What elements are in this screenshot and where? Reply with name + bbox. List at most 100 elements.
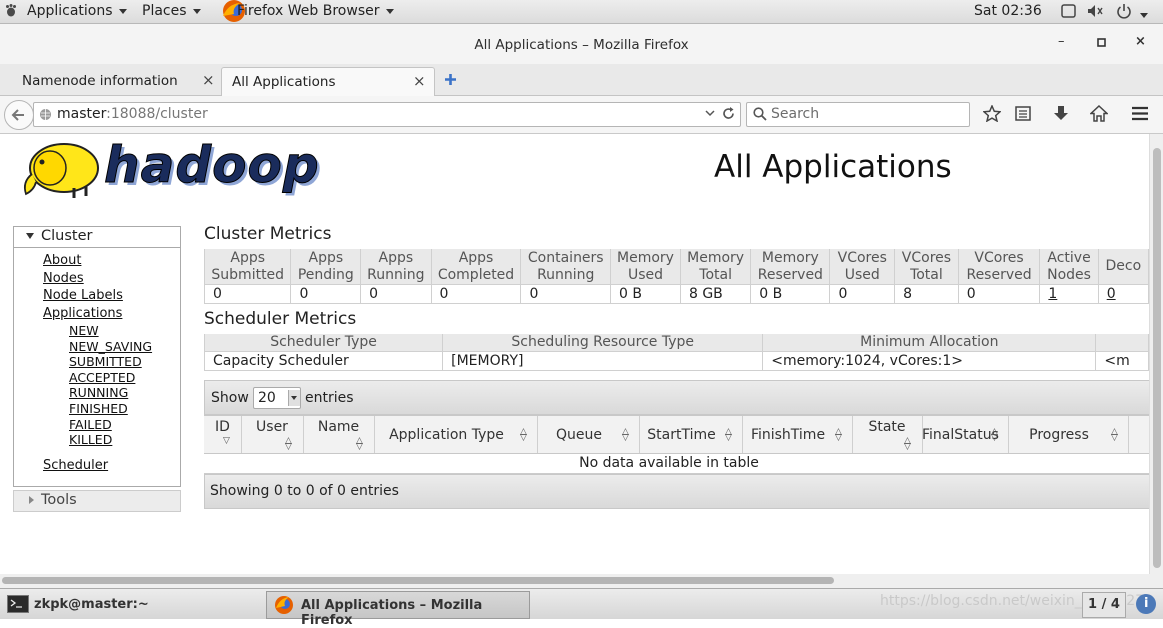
new-tab-icon[interactable] [444, 73, 457, 90]
window-switch-icon[interactable] [1061, 4, 1076, 22]
sort-icon[interactable]: △ ▽ [622, 428, 629, 443]
column-header-name[interactable]: Name △ ▽ [303, 416, 375, 453]
close-tab-icon[interactable]: × [202, 71, 215, 89]
clock[interactable]: Sat 02:36 [974, 3, 1042, 19]
search-placeholder: Search [771, 106, 820, 122]
sort-icon[interactable]: △ ▽ [904, 437, 911, 452]
sort-icon[interactable]: △ ▽ [520, 428, 527, 443]
sidebar-item-scheduler[interactable]: Scheduler [43, 458, 108, 473]
tools-panel-header[interactable]: Tools [13, 490, 181, 512]
column-header-progress[interactable]: Progress △ ▽ [1008, 416, 1129, 453]
url-host: master [57, 106, 107, 122]
applications-table-header: ID ▽ User △ ▽ Name △ ▽ Application Type △ ▽ Queue △ ▽… [204, 415, 1149, 454]
column-header: Memory Total [679, 249, 752, 285]
column-header: VCores Reserved [957, 249, 1041, 285]
scheduler-metrics-table: Scheduler Type Scheduling Resource Type … [203, 334, 1149, 371]
sidebar-item-applications[interactable]: Applications [43, 305, 123, 323]
sidebar-item-running[interactable]: RUNNING [69, 385, 152, 401]
sort-icon[interactable]: △ ▽ [356, 437, 363, 452]
sidebar-item-new[interactable]: NEW [69, 323, 152, 339]
hadoop-logo[interactable]: hadoop [14, 136, 319, 202]
firefox-browser-menu-label: Firefox Web Browser [237, 3, 380, 19]
sidebar-item-node-labels[interactable]: Node Labels [43, 287, 123, 305]
reload-icon[interactable] [721, 106, 736, 125]
column-header-application-type[interactable]: Application Type △ ▽ [374, 416, 538, 453]
volume-icon[interactable] [1087, 4, 1107, 22]
metric-value: 0 [299, 286, 309, 302]
sort-icon[interactable]: ▽ [223, 437, 230, 446]
taskbar-item-terminal[interactable]: zkpk@master:~ [3, 592, 258, 616]
globe-icon[interactable] [39, 108, 52, 125]
column-header-line: Used [627, 266, 664, 283]
page-size-select[interactable]: 20 [253, 387, 301, 409]
terminal-icon [7, 595, 29, 613]
hamburger-menu-icon[interactable] [1131, 106, 1149, 125]
horizontal-scroll-thumb[interactable] [2, 577, 834, 584]
sidebar-item-submitted[interactable]: SUBMITTED [69, 354, 152, 370]
cluster-metrics-value-row: 0 0 0 0 0 0 B 8 GB 0 B 0 8 0 1 0 [203, 284, 1149, 304]
back-button[interactable] [4, 100, 34, 130]
column-header-finalstatus[interactable]: FinalStatus △ ▽ [922, 416, 1009, 453]
minimize-button[interactable]: – [1058, 34, 1065, 49]
metric-value: 8 GB [688, 286, 723, 302]
sidebar-item-accepted[interactable]: ACCEPTED [69, 370, 152, 386]
sort-icon[interactable]: △ ▽ [285, 437, 292, 452]
sort-icon[interactable]: △ ▽ [725, 428, 732, 443]
sidebar-item-nodes[interactable]: Nodes [43, 270, 123, 288]
download-icon[interactable] [1053, 105, 1069, 126]
applications-menu[interactable]: Applications [27, 3, 127, 19]
sidebar-item-failed[interactable]: FAILED [69, 417, 152, 433]
column-header-finishtime[interactable]: FinishTime △ ▽ [742, 416, 853, 453]
search-input[interactable]: Search [746, 102, 970, 127]
firefox-browser-menu[interactable]: Firefox Web Browser [237, 3, 394, 19]
window-titlebar[interactable]: All Applications – Mozilla Firefox – × [0, 24, 1163, 64]
workspace-switcher[interactable]: 1 / 4 [1082, 592, 1126, 618]
reading-list-icon[interactable] [1015, 106, 1031, 125]
sort-icon[interactable]: △ ▽ [991, 428, 998, 443]
column-header: Memory Used [610, 249, 681, 285]
bookmark-star-icon[interactable] [982, 104, 1002, 126]
sidebar-item-about[interactable]: About [43, 252, 123, 270]
column-header-line: Active [1047, 249, 1091, 266]
column-header-label: User [256, 419, 288, 435]
gnome-foot-icon [5, 4, 17, 17]
url-text[interactable]: master:18088/cluster [57, 106, 208, 122]
close-window-button[interactable]: × [1135, 34, 1146, 49]
column-header-starttime[interactable]: StartTime △ ▽ [639, 416, 743, 453]
maximize-button[interactable] [1097, 36, 1106, 51]
column-header-line: Reserved [757, 266, 823, 283]
vertical-scroll-thumb[interactable] [1153, 148, 1161, 568]
sidebar-item-killed[interactable]: KILLED [69, 432, 152, 448]
column-header: Containers Running [520, 249, 612, 285]
column-header-state[interactable]: State △ ▽ [852, 416, 923, 453]
metric-value: 0 [439, 286, 449, 302]
cluster-panel-header[interactable]: Cluster [14, 227, 180, 248]
active-nodes-link[interactable]: 1 [1048, 286, 1057, 302]
sidebar-item-finished[interactable]: FINISHED [69, 401, 152, 417]
decommissioned-nodes-link[interactable]: 0 [1107, 286, 1116, 302]
column-header-line: Containers [527, 249, 604, 266]
sort-icon[interactable]: △ ▽ [1111, 428, 1118, 443]
metric-value: 0 [838, 286, 848, 302]
tab-all-applications[interactable]: All Applications × [221, 67, 435, 96]
column-header-user[interactable]: User △ ▽ [241, 416, 304, 453]
url-dropdown-chevron-icon[interactable] [704, 107, 716, 123]
close-tab-icon[interactable]: × [413, 72, 426, 90]
power-icon[interactable] [1116, 3, 1132, 23]
home-icon[interactable] [1089, 104, 1109, 126]
places-menu[interactable]: Places [142, 3, 201, 19]
sidebar: Cluster About Nodes Node Labels Applicat… [13, 226, 181, 512]
tab-namenode-information[interactable]: Namenode information × [10, 67, 220, 95]
notification-info-icon[interactable]: i [1136, 594, 1156, 614]
metric-value-cell: 0 [360, 284, 432, 304]
sort-icon[interactable]: △ ▽ [835, 428, 842, 443]
taskbar-item-firefox[interactable]: All Applications – Mozilla Firefox [266, 591, 530, 628]
horizontal-scrollbar[interactable] [0, 574, 1163, 588]
page-size-value: 20 [258, 390, 276, 406]
chevron-down-icon[interactable] [1140, 8, 1148, 23]
sidebar-item-new-saving[interactable]: NEW_SAVING [69, 339, 152, 355]
url-bar[interactable]: master:18088/cluster [33, 102, 741, 127]
column-header-id[interactable]: ID ▽ [204, 416, 242, 453]
vertical-scrollbar[interactable] [1149, 134, 1163, 574]
column-header-queue[interactable]: Queue △ ▽ [537, 416, 640, 453]
